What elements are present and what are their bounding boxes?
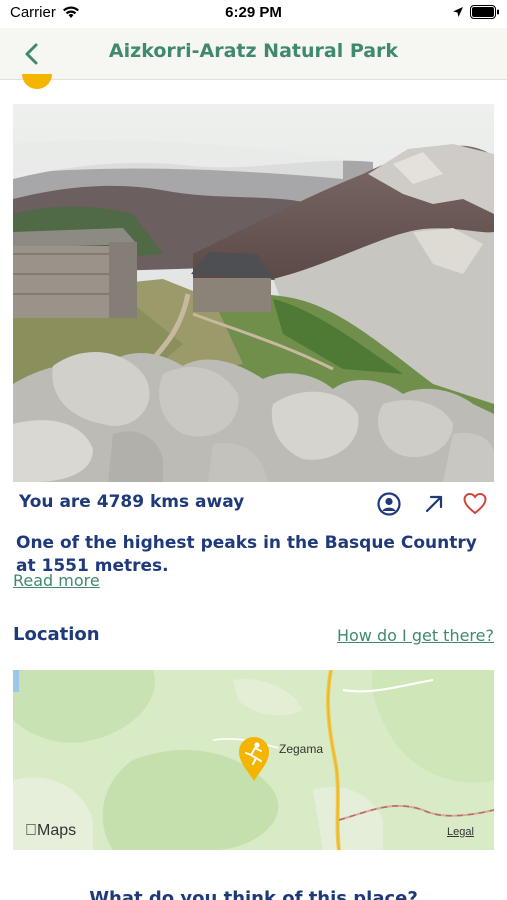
battery-icon [470, 5, 499, 19]
heart-icon[interactable] [462, 491, 488, 517]
page-title: Aizkorri-Aratz Natural Park [108, 40, 399, 62]
maps-logo: Maps [25, 822, 76, 839]
location-heading: Location [13, 624, 100, 645]
status-time: 6:29 PM [225, 4, 282, 21]
map-town-label: Zegama [279, 742, 324, 756]
map-marker-icon[interactable] [237, 736, 271, 782]
feedback-question: What do you think of this place? [89, 888, 418, 900]
navigation-bar: Aizkorri-Aratz Natural Park [0, 28, 507, 80]
directions-link[interactable]: How do I get there? [337, 626, 494, 645]
category-badge [20, 74, 54, 90]
status-bar: Carrier 6:29 PM [0, 0, 507, 28]
maps-legal-link[interactable]: Legal [447, 826, 474, 838]
read-more-link[interactable]: Read more [13, 571, 100, 590]
distance-text: You are 4789 kms away [19, 492, 245, 512]
location-arrow-icon [453, 7, 463, 17]
user-icon[interactable] [376, 491, 402, 517]
share-arrow-icon[interactable] [421, 491, 447, 517]
location-map[interactable]: Zegama Maps Legal [13, 670, 494, 850]
place-photo [13, 104, 494, 482]
place-description: One of the highest peaks in the Basque C… [16, 533, 477, 574]
